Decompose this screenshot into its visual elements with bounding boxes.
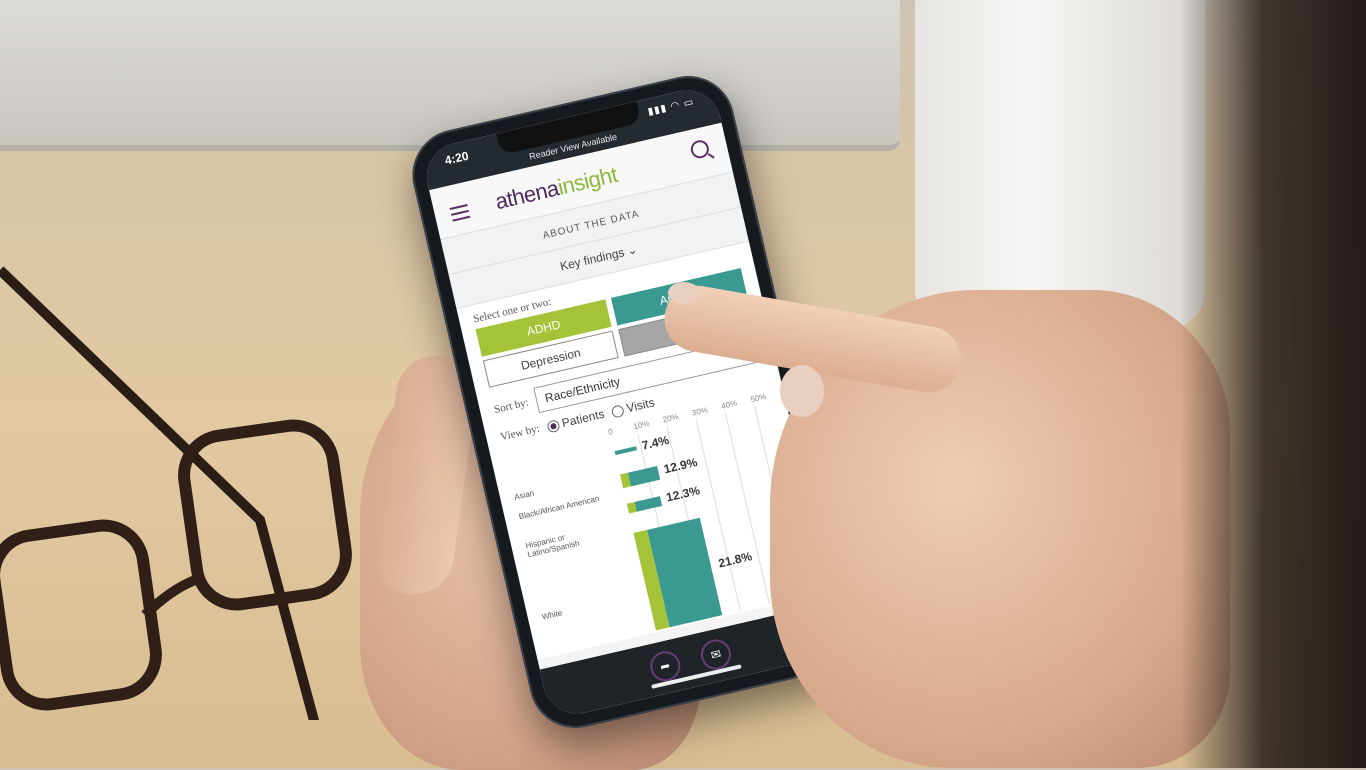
- chevron-down-icon: ⌄: [625, 242, 639, 259]
- bar-asian: [614, 446, 637, 456]
- value-label: 12.9%: [662, 455, 699, 477]
- key-findings-label: Key findings: [558, 245, 626, 274]
- category-label: Hispanic or Latino/Spanish: [524, 532, 581, 560]
- bar-black-anxiety: [627, 466, 661, 487]
- coffee-mug: [915, 0, 1205, 330]
- tick-label: 10%: [632, 418, 651, 432]
- sort-by-label: Sort by:: [492, 396, 530, 417]
- value-label: 7.4%: [640, 432, 671, 453]
- monitor-background: [0, 0, 900, 151]
- tick-label: 0: [607, 427, 614, 438]
- search-icon[interactable]: [689, 138, 711, 161]
- hamburger-menu-icon[interactable]: [449, 203, 472, 226]
- value-label: 21.8%: [717, 549, 754, 571]
- view-by-label: View by:: [499, 422, 541, 444]
- fingernail: [668, 282, 700, 304]
- bar-hispanic-anxiety: [634, 496, 663, 512]
- tick-label: 20%: [661, 412, 680, 425]
- tick-label: 30%: [691, 405, 709, 418]
- fingernail: [780, 365, 824, 417]
- clock: 4:20: [443, 148, 470, 168]
- category-label: White: [541, 608, 564, 622]
- tick-label: 50%: [749, 391, 768, 405]
- visits-radio[interactable]: Visits: [610, 395, 656, 419]
- shadow: [1180, 0, 1366, 768]
- eyeglasses: [0, 266, 352, 720]
- tick-label: 40%: [720, 398, 738, 411]
